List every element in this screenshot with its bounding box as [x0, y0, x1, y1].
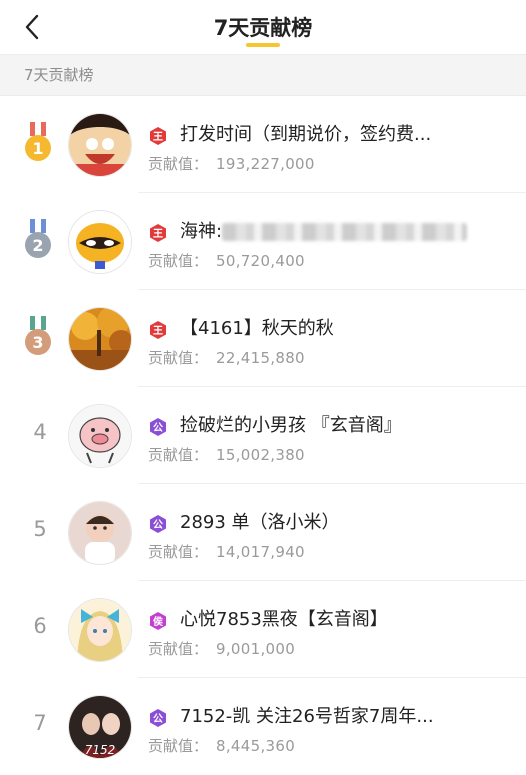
rank-number: 4: [33, 420, 47, 444]
contribution-value: 贡献值： 50,720,400: [148, 252, 305, 270]
section-header: 7天贡献榜: [0, 54, 526, 96]
svg-text:王: 王: [153, 325, 163, 337]
section-label: 7天贡献榜: [24, 66, 94, 84]
svg-text:公: 公: [153, 519, 163, 531]
contribution-value: 贡献值： 8,445,360: [148, 737, 296, 755]
contribution-value: 贡献值： 14,017,940: [148, 543, 305, 561]
list-item[interactable]: 4 公 捡破烂的小男孩 『玄音阁』 贡献值： 15,002,380: [0, 387, 526, 484]
bronze-medal-icon: 3: [18, 316, 58, 366]
title-underline: [246, 43, 280, 47]
rank-badge-icon: 王: [148, 126, 168, 146]
avatar[interactable]: [68, 307, 132, 371]
svg-text:公: 公: [153, 713, 163, 725]
svg-text:公: 公: [153, 422, 163, 434]
rank-badge-icon: 侯: [148, 611, 168, 631]
user-name: 2893 单（洛小米）: [180, 512, 340, 533]
avatar[interactable]: [68, 598, 132, 662]
list-item[interactable]: 5 公 2893 单（洛小米） 贡献值： 14,017,940: [0, 484, 526, 581]
gold-medal-icon: 1: [18, 122, 58, 172]
avatar[interactable]: [68, 501, 132, 565]
svg-text:王: 王: [153, 131, 163, 143]
avatar[interactable]: 7152: [68, 695, 132, 759]
contribution-value: 贡献值： 15,002,380: [148, 446, 305, 464]
svg-text:王: 王: [153, 228, 163, 240]
contribution-value: 贡献值： 9,001,000: [148, 640, 296, 658]
list-item[interactable]: 3 王 【4161】秋天的秋 贡献值： 22,415,880: [0, 290, 526, 387]
blurred-name: [222, 223, 468, 241]
rank-number: 5: [33, 517, 47, 541]
medal-number: 1: [32, 139, 43, 158]
top-bar: 7天贡献榜: [0, 0, 526, 54]
svg-text:7152: 7152: [85, 743, 116, 757]
user-name: 打发时间（到期说价，签约费...: [180, 124, 432, 145]
contribution-list: 1 王 打发时间（到期说价，签约费... 贡献值： 193,227,000 2 王…: [0, 96, 526, 775]
user-name: 7152-凯 关注26号哲家7周年...: [180, 706, 434, 727]
rank-number: 6: [33, 614, 47, 638]
svg-text:3: 3: [32, 333, 43, 352]
avatar[interactable]: [68, 404, 132, 468]
rank-badge-icon: 王: [148, 223, 168, 243]
silver-medal-icon: 2: [18, 219, 58, 269]
rank-number: 7: [33, 711, 47, 735]
avatar[interactable]: [68, 113, 132, 177]
list-item[interactable]: 6 侯 心悦7853黑夜【玄音阁】 贡献值： 9,001,000: [0, 581, 526, 678]
rank-badge-icon: 公: [148, 514, 168, 534]
list-item[interactable]: 1 王 打发时间（到期说价，签约费... 贡献值： 193,227,000: [0, 96, 526, 193]
avatar[interactable]: [68, 210, 132, 274]
contribution-value: 贡献值： 22,415,880: [148, 349, 305, 367]
user-name: 海神:: [180, 219, 480, 245]
user-name: 心悦7853黑夜【玄音阁】: [180, 609, 388, 630]
list-item[interactable]: 2 王 海神: 贡献值： 50,720,400: [0, 193, 526, 290]
svg-text:2: 2: [32, 236, 43, 255]
rank-badge-icon: 公: [148, 708, 168, 728]
rank-badge-icon: 王: [148, 320, 168, 340]
rank-badge-icon: 公: [148, 417, 168, 437]
user-name: 捡破烂的小男孩 『玄音阁』: [180, 415, 402, 436]
page-title: 7天贡献榜: [213, 16, 313, 40]
list-item[interactable]: 7 7152 公 7152-凯 关注26号哲家7周年... 贡献值： 8,445,…: [0, 678, 526, 775]
contribution-value: 贡献值： 193,227,000: [148, 155, 315, 173]
user-name: 【4161】秋天的秋: [180, 318, 334, 339]
svg-text:侯: 侯: [153, 615, 164, 628]
